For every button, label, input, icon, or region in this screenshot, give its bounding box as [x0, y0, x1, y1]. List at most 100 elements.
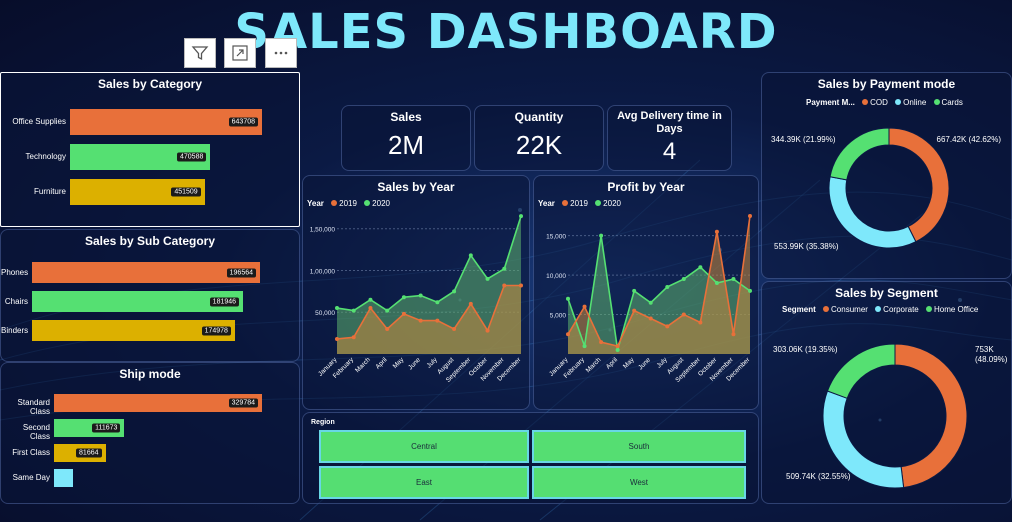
bar[interactable]: 196564 — [32, 262, 260, 283]
bar-row[interactable]: Standard Class 329784 — [1, 394, 301, 416]
data-point — [468, 253, 473, 258]
data-point — [648, 316, 653, 321]
data-point — [681, 277, 686, 282]
data-point — [731, 332, 736, 337]
y-tick-label: 1,00,000 — [310, 268, 336, 275]
bar-row[interactable]: Second Class 111673 — [1, 419, 301, 441]
data-point — [681, 312, 686, 317]
x-tick-label: June — [407, 356, 422, 371]
bar-label: Office Supplies — [12, 117, 66, 126]
more-options-button[interactable] — [265, 38, 297, 68]
region-tile-east[interactable]: East — [319, 466, 529, 499]
data-point — [385, 308, 390, 313]
data-point — [368, 297, 373, 302]
slice-label: 753K (48.09%) — [975, 345, 1008, 364]
data-point — [599, 233, 604, 238]
bar-row[interactable]: Furniture 451509 — [1, 179, 301, 205]
panel-title: Sales by Category — [97, 77, 203, 91]
bar-value-label: 470588 — [177, 152, 207, 162]
y-tick-label: 50,000 — [315, 310, 335, 317]
filter-icon — [191, 46, 209, 61]
bar-value-label: 81664 — [76, 448, 102, 458]
bar[interactable]: 643708 — [70, 109, 262, 135]
data-point — [351, 335, 356, 340]
sales-by-year-panel[interactable]: Sales by Year Year 2019 2020 50,000 1,00,… — [302, 175, 530, 410]
bar-label: Phones — [1, 267, 29, 277]
data-point — [519, 283, 523, 288]
expand-icon — [232, 45, 248, 61]
data-point — [401, 311, 406, 316]
bar-value-label: 174978 — [201, 326, 231, 335]
data-point — [615, 344, 620, 349]
region-tile-central[interactable]: Central — [319, 430, 529, 463]
region-tile-west[interactable]: West — [532, 466, 746, 499]
data-point — [502, 266, 507, 271]
x-tick-label: March — [354, 356, 372, 374]
payment-mode-panel[interactable]: Sales by Payment mode Payment M... COD O… — [761, 72, 1012, 279]
profit-by-year-panel[interactable]: Profit by Year Year 2019 2020 5,000 10,00… — [533, 175, 759, 410]
bar-row[interactable]: Chairs 181946 — [1, 291, 301, 312]
data-point — [748, 288, 752, 293]
data-point — [485, 276, 490, 281]
slicer-title: Region — [311, 419, 335, 426]
data-point — [582, 344, 587, 349]
bar-value-label: 643708 — [228, 117, 258, 127]
data-point — [615, 348, 620, 353]
filter-button[interactable] — [184, 38, 216, 68]
dashboard-title: SALES DASHBOARD — [234, 4, 778, 60]
bar[interactable]: 329784 — [54, 394, 262, 412]
sales-by-subcategory-panel[interactable]: Sales by Sub Category Phones 196564 Chairs… — [0, 229, 300, 362]
bar-label: Chairs — [4, 296, 28, 306]
x-tick-label: May — [392, 356, 406, 370]
region-tile-south[interactable]: South — [532, 430, 746, 463]
sales-by-category-panel[interactable]: Sales by Category Office Supplies 643708 T… — [0, 72, 300, 227]
focus-mode-button[interactable] — [224, 38, 256, 68]
data-point — [698, 320, 703, 325]
data-point — [731, 277, 736, 282]
donut-slice-consumer — [894, 343, 968, 489]
bar-row[interactable]: Phones 196564 — [1, 262, 301, 283]
data-point — [452, 326, 457, 331]
data-point — [698, 265, 703, 270]
bar-row[interactable]: Binders 174978 — [1, 320, 301, 341]
data-point — [385, 326, 390, 331]
bar[interactable]: 81664 — [54, 444, 106, 462]
slice-label: 553.99K (35.38%) — [774, 242, 839, 251]
data-point — [632, 288, 637, 293]
segment-panel[interactable]: Sales by Segment Segment Consumer Corpor… — [761, 281, 1012, 504]
slice-label: 667.42K (42.62%) — [936, 135, 1002, 144]
ship-mode-panel[interactable]: Ship mode Standard Class 329784 Second Cla… — [0, 362, 300, 504]
bar[interactable]: 174978 — [32, 320, 235, 341]
kpi-value: 4 — [662, 138, 677, 165]
data-point — [632, 308, 637, 313]
y-tick-label: 1,50,000 — [310, 227, 336, 234]
kpi-card-sales: Sales 2M — [341, 105, 471, 171]
data-point — [599, 340, 604, 345]
chart-title: Profit by Year — [607, 180, 685, 194]
data-point — [452, 289, 457, 294]
region-slicer-panel[interactable]: Region Central South East West — [302, 412, 759, 504]
bar[interactable]: 470588 — [70, 144, 211, 170]
bar[interactable]: 111673 — [54, 419, 125, 437]
bar-row[interactable]: Technology 470588 — [1, 144, 301, 170]
bar-row[interactable]: Office Supplies 643708 — [1, 109, 301, 135]
kpi-card-delivery: Avg Delivery time in Days 4 — [607, 105, 732, 171]
data-point — [665, 284, 670, 289]
bar[interactable] — [54, 469, 73, 487]
bar-value-label: 196564 — [226, 268, 256, 277]
bar[interactable]: 451509 — [70, 179, 205, 205]
data-point — [435, 300, 440, 305]
bar[interactable]: 181946 — [32, 291, 244, 312]
x-tick-label: March — [585, 356, 603, 374]
bar-row[interactable]: Same Day — [1, 469, 301, 487]
kpi-title: Sales — [390, 110, 422, 124]
data-point — [714, 229, 719, 234]
x-tick-label: May — [622, 356, 636, 370]
kpi-title: Avg Delivery time in Days — [617, 110, 722, 135]
bar-label: Same Day — [12, 473, 50, 482]
data-point — [435, 318, 440, 323]
bar-row[interactable]: First Class 81664 — [1, 444, 301, 462]
data-point — [468, 301, 473, 306]
data-point — [368, 306, 373, 311]
kpi-value: 2M — [387, 130, 425, 160]
